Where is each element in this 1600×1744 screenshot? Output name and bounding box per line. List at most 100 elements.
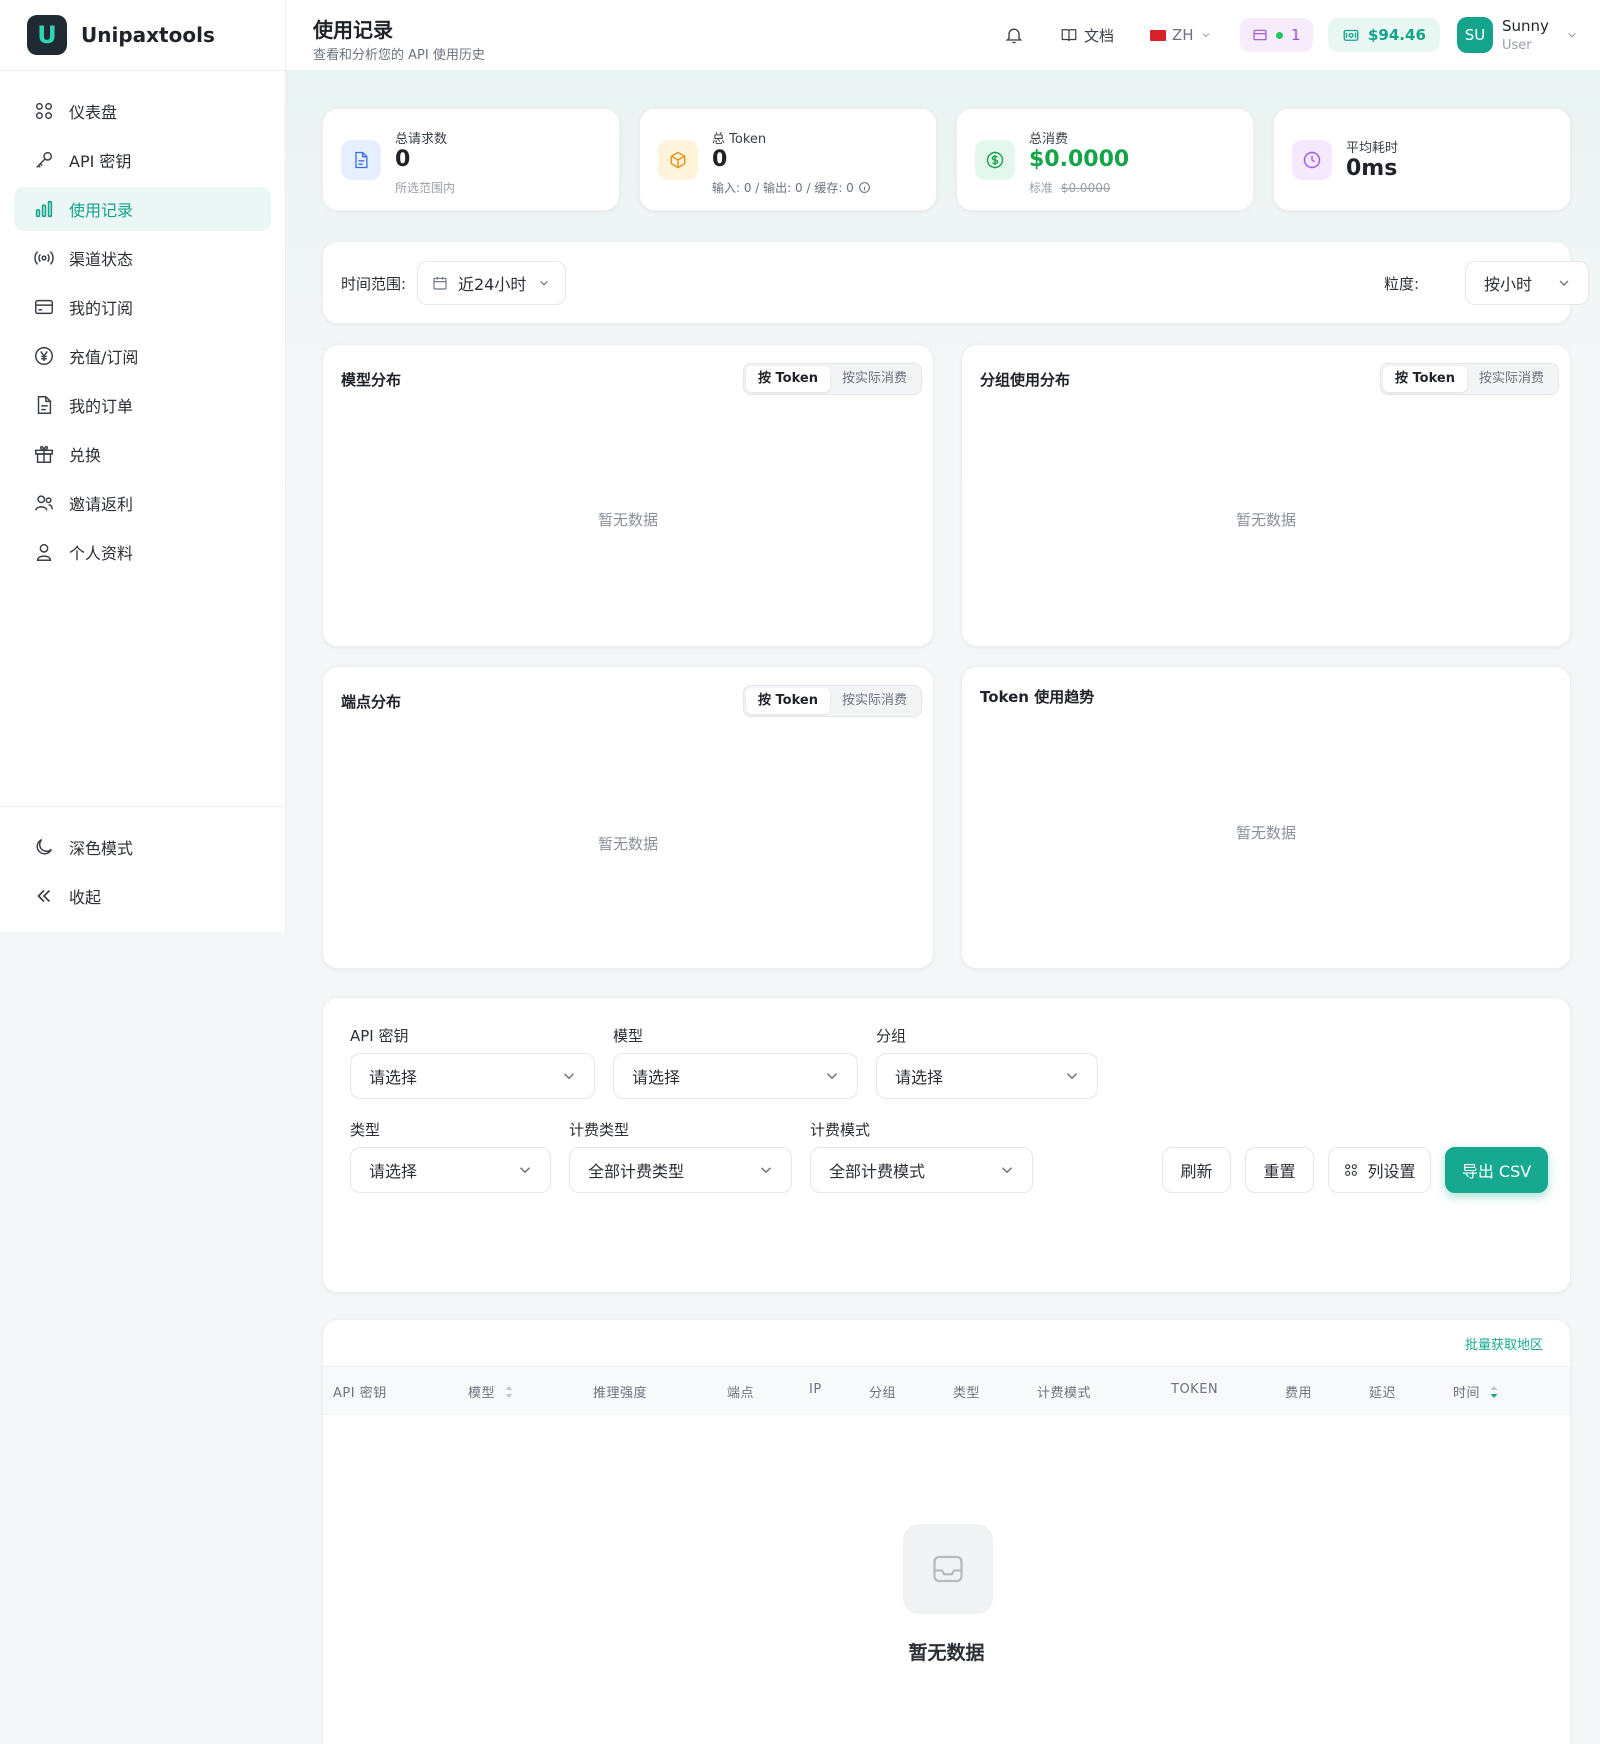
toggle-by-cost[interactable]: 按实际消费	[1467, 366, 1556, 392]
yen-icon	[35, 347, 53, 365]
sidebar-nav: 仪表盘 API 密钥 使用记录 渠道状态 我的订阅 充值/订阅 我的订单 兑换	[0, 71, 285, 574]
column-header-time[interactable]: 时间	[1453, 1382, 1500, 1401]
column-header: 时间	[1453, 1386, 1481, 1401]
sidebar-item-usage[interactable]: 使用记录	[14, 187, 271, 231]
filter-label: 计费模式	[810, 1121, 871, 1139]
column-header[interactable]: 费用	[1285, 1382, 1312, 1401]
chevron-down-icon	[563, 1073, 575, 1080]
bell-icon	[1005, 28, 1023, 44]
refresh-button[interactable]: 刷新	[1162, 1147, 1231, 1193]
column-header[interactable]: API 密钥	[333, 1382, 387, 1401]
chevron-down-icon	[519, 1167, 531, 1174]
type-select[interactable]: 请选择	[350, 1147, 551, 1193]
brand-logo-letter: U	[37, 21, 57, 49]
chart-endpoint-distribution: 端点分布 按 Token 按实际消费 暂无数据	[322, 666, 934, 969]
select-value: 请选择	[895, 1068, 944, 1087]
column-header[interactable]: 延迟	[1369, 1382, 1396, 1401]
column-header[interactable]: 分组	[869, 1382, 896, 1401]
export-csv-button[interactable]: 导出 CSV	[1445, 1147, 1548, 1193]
chart-group-distribution: 分组使用分布 按 Token 按实际消费 暂无数据	[961, 344, 1571, 647]
subscription-badge[interactable]: 1	[1240, 18, 1313, 52]
time-range-select[interactable]: 近24小时	[417, 261, 566, 305]
language-selector[interactable]: ZH	[1150, 18, 1212, 52]
granularity-label: 粒度:	[1384, 275, 1420, 293]
dark-mode-toggle[interactable]: 深色模式	[14, 825, 271, 869]
balance-value: $94.46	[1368, 26, 1426, 44]
model-select[interactable]: 请选择	[613, 1053, 858, 1099]
avatar[interactable]: SU	[1457, 17, 1493, 53]
cube-icon	[670, 151, 686, 169]
column-header[interactable]: 类型	[953, 1382, 980, 1401]
usage-table: 批量获取地区 API 密钥 模型 推理强度 端点 IP 分组 类型 计费模式 T…	[322, 1319, 1571, 1744]
reset-button[interactable]: 重置	[1245, 1147, 1314, 1193]
sidebar-item-label: 仪表盘	[69, 103, 118, 122]
balance-badge[interactable]: $94.46	[1328, 18, 1440, 52]
toggle-by-cost[interactable]: 按实际消费	[830, 366, 919, 392]
api-key-select[interactable]: 请选择	[350, 1053, 595, 1099]
chart-title: 端点分布	[341, 693, 402, 711]
column-header-model[interactable]: 模型	[468, 1382, 515, 1401]
sidebar-item-profile[interactable]: 个人资料	[14, 530, 271, 574]
empty-state-icon-wrap	[903, 1524, 993, 1614]
toggle-by-cost[interactable]: 按实际消费	[830, 688, 919, 714]
sidebar-item-recharge[interactable]: 充值/订阅	[14, 334, 271, 378]
sidebar-item-referral[interactable]: 邀请返利	[14, 481, 271, 525]
select-value: 请选择	[369, 1068, 418, 1087]
sidebar-item-dashboard[interactable]: 仪表盘	[14, 89, 271, 133]
group-select[interactable]: 请选择	[876, 1053, 1098, 1099]
column-header[interactable]: TOKEN	[1171, 1382, 1218, 1397]
page-title: 使用记录	[313, 18, 393, 42]
sidebar-item-channel-status[interactable]: 渠道状态	[14, 236, 271, 280]
column-settings-label: 列设置	[1367, 1162, 1416, 1181]
double-chevron-left-icon	[37, 889, 51, 903]
batch-region-link[interactable]: 批量获取地区	[1465, 1334, 1543, 1353]
billing-type-select[interactable]: 全部计费类型	[569, 1147, 792, 1193]
main-content: 总请求数 0 所选范围内 总 Token 0 输入: 0 / 输出: 0 / 缓…	[286, 71, 1600, 1744]
sidebar-item-label: 渠道状态	[69, 250, 134, 269]
chart-empty-text: 暂无数据	[1235, 824, 1296, 842]
chart-metric-toggle: 按 Token 按实际消费	[743, 685, 922, 717]
column-header[interactable]: 推理强度	[593, 1382, 647, 1401]
filter-label: 分组	[876, 1027, 907, 1045]
select-value: 请选择	[632, 1068, 681, 1087]
brand-name: Unipaxtools	[81, 23, 215, 47]
docs-label: 文档	[1084, 26, 1115, 45]
sidebar-item-subscriptions[interactable]: 我的订阅	[14, 285, 271, 329]
filter-label: API 密钥	[350, 1027, 409, 1045]
select-value: 全部计费类型	[588, 1162, 685, 1181]
chart-model-distribution: 模型分布 按 Token 按实际消费 暂无数据	[322, 344, 934, 647]
stat-sub-row: 输入: 0 / 输出: 0 / 缓存: 0	[712, 179, 871, 196]
granularity-select[interactable]: 按小时	[1465, 261, 1589, 305]
filters-panel: API 密钥 请选择 模型 请选择 分组 请选择 类型 请选择 计费类型 全部计…	[322, 997, 1571, 1293]
stat-value: 0ms	[1346, 156, 1398, 181]
collapse-sidebar-button[interactable]: 收起	[14, 874, 271, 918]
toggle-by-token[interactable]: 按 Token	[1383, 366, 1467, 392]
sidebar-item-api-keys[interactable]: API 密钥	[14, 138, 271, 182]
info-icon[interactable]	[858, 181, 871, 194]
toggle-by-token[interactable]: 按 Token	[746, 688, 830, 714]
sidebar-item-label: 我的订阅	[69, 299, 134, 318]
chevron-down-icon[interactable]	[1565, 28, 1579, 42]
grid-icon	[35, 102, 53, 120]
stat-sub-row: 标准 $0.0000	[1029, 179, 1110, 196]
card-icon	[35, 299, 53, 315]
sidebar-item-redeem[interactable]: 兑换	[14, 432, 271, 476]
dollar-icon	[986, 151, 1004, 169]
chevron-down-icon	[760, 1167, 772, 1174]
notifications-button[interactable]	[1004, 18, 1024, 52]
stat-label: 平均耗时	[1346, 141, 1399, 156]
time-range-value: 近24小时	[458, 275, 527, 294]
chart-metric-toggle: 按 Token 按实际消费	[1380, 363, 1559, 395]
column-header[interactable]: 端点	[727, 1382, 754, 1401]
column-header[interactable]: 计费模式	[1037, 1382, 1091, 1401]
chevron-down-icon	[1066, 1073, 1078, 1080]
page-subtitle: 查看和分析您的 API 使用历史	[313, 48, 485, 63]
column-header[interactable]: IP	[809, 1382, 822, 1397]
sidebar-item-orders[interactable]: 我的订单	[14, 383, 271, 427]
toggle-by-token[interactable]: 按 Token	[746, 366, 830, 392]
docs-link[interactable]: 文档	[1060, 18, 1114, 52]
billing-mode-select[interactable]: 全部计费模式	[810, 1147, 1033, 1193]
brand[interactable]: U Unipaxtools	[0, 0, 285, 71]
column-settings-button[interactable]: 列设置	[1328, 1147, 1431, 1193]
inbox-icon	[933, 1555, 963, 1583]
